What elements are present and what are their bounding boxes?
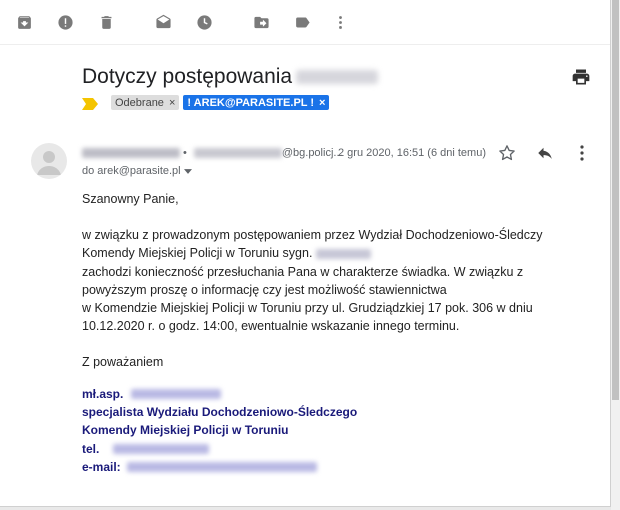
label-chip-parasite-text: ! AREK@PARASITE.PL ! [187,96,315,109]
redacted-phone [113,443,210,454]
recipient-text: do arek@parasite.pl [82,165,181,177]
snooze-icon[interactable] [194,12,214,32]
label-icon[interactable] [292,12,312,32]
signature-email-row: e-mail: [82,458,357,476]
remove-label-inbox-button[interactable]: × [169,97,175,109]
body-line-with-redaction: Komendy Miejskiej Policji w Toruniu sygn… [82,244,602,262]
label-chip-inbox: Odebrane × [111,95,180,110]
signature-tel-label: tel. [82,441,100,456]
label-chips: Odebrane × ! AREK@PARASITE.PL ! × [82,95,330,110]
signature-email-label: e-mail: [82,459,121,474]
print-icon[interactable] [571,67,591,87]
scrollbar-thumb[interactable] [612,0,619,400]
body-line: w Komendzie Miejskiej Policji w Toruniu … [82,301,533,316]
mark-unread-icon[interactable] [153,12,173,32]
chevron-down-icon[interactable] [183,165,192,177]
email-subject: Dotyczy postępowania [82,65,379,89]
message-more-icon[interactable] [576,144,588,162]
signature: mł.asp. specjalista Wydziału Dochodzenio… [82,385,357,476]
star-icon[interactable] [498,144,516,162]
recipient-line[interactable]: do arek@parasite.pl [82,165,192,177]
label-chip-inbox-text: Odebrane [115,96,164,109]
scrollbar[interactable] [611,0,620,510]
sender-line: • @bg.policj... [82,147,343,159]
body-line-text: Komendy Miejskiej Policji w Toruniu sygn… [82,246,313,261]
redacted-officer-name [131,389,222,400]
sender-domain: @bg.policj... [281,147,343,159]
greeting: Szanowny Panie, [82,192,179,206]
body-line: zachodzi konieczność przesłuchania Pana … [82,264,524,279]
email-view: Dotyczy postępowania Odebrane × ! AREK@P… [0,0,611,507]
signature-title2: Komendy Miejskiej Policji w Toruniu [82,423,289,438]
message-date: 2 gru 2020, 16:51 (6 dni temu) [338,147,486,159]
important-marker-icon[interactable] [82,97,98,110]
signature-rank: mł.asp. [82,387,124,401]
label-chip-parasite: ! AREK@PARASITE.PL ! × [183,95,330,110]
archive-icon[interactable] [14,12,34,32]
body-line: 10.12.2020 r. o godz. 14:00, ewentualnie… [82,319,460,334]
signature-tel-row: tel. [82,440,357,458]
reply-icon[interactable] [536,144,554,162]
redacted-sender-name[interactable] [82,148,180,158]
subject-text: Dotyczy postępowania [82,65,293,88]
message-body: Szanowny Panie, w związku z prowadzonym … [82,190,602,372]
closing: Z poważaniem [82,355,164,370]
redacted-case-signature [315,249,371,260]
body-line: powyższym proszę o informację czy jest m… [82,282,447,297]
redacted-sender-email [193,148,282,158]
signature-rank-row: mł.asp. [82,385,357,403]
redacted-email-link[interactable] [126,461,317,472]
delete-icon[interactable] [96,12,116,32]
more-vert-icon[interactable] [330,12,350,32]
email-toolbar [0,0,610,45]
body-line: w związku z prowadzonym postępowaniem pr… [82,228,543,243]
move-to-icon[interactable] [251,12,271,32]
avatar-icon [31,143,67,179]
redacted-case-number [296,70,379,85]
signature-title1: specjalista Wydziału Dochodzeniowo-Śledc… [82,405,358,420]
remove-label-parasite-button[interactable]: × [319,97,325,109]
report-spam-icon[interactable] [55,12,75,32]
